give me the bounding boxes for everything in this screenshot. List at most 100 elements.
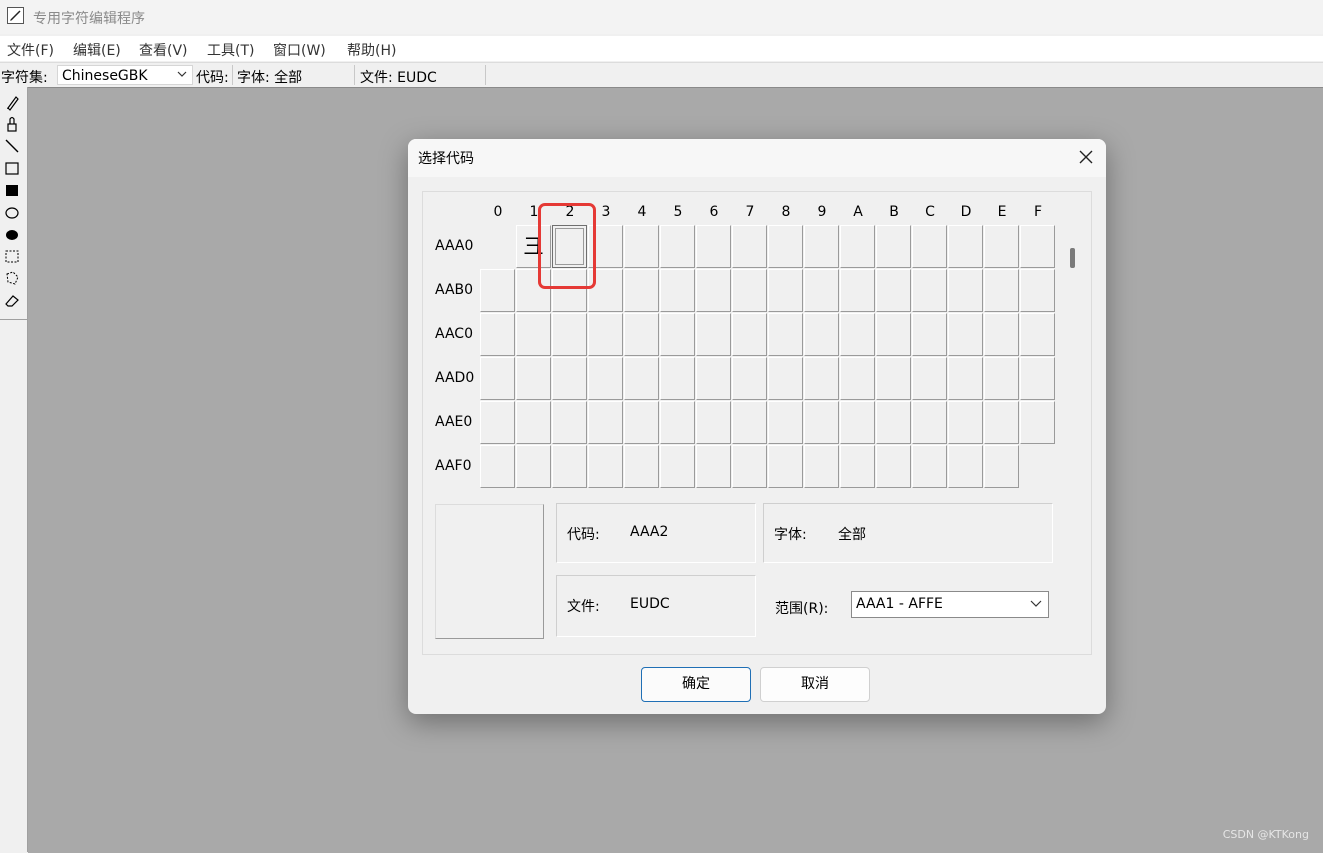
code-cell[interactable] <box>840 445 875 488</box>
code-cell[interactable] <box>912 445 947 488</box>
code-cell[interactable] <box>768 225 803 268</box>
code-cell[interactable] <box>984 445 1019 488</box>
code-cell[interactable] <box>876 401 911 444</box>
code-cell[interactable] <box>984 357 1019 400</box>
code-cell[interactable] <box>804 225 839 268</box>
code-cell[interactable] <box>660 401 695 444</box>
hollow-ellipse-icon[interactable] <box>3 203 21 221</box>
code-cell[interactable] <box>516 313 551 356</box>
code-cell[interactable] <box>948 269 983 312</box>
code-cell[interactable] <box>660 269 695 312</box>
filled-ellipse-icon[interactable] <box>3 225 21 243</box>
menu-help[interactable]: 帮助(H) <box>347 40 396 60</box>
code-cell[interactable] <box>768 313 803 356</box>
freeform-select-icon[interactable] <box>3 269 21 287</box>
code-cell[interactable] <box>732 269 767 312</box>
code-cell[interactable] <box>948 357 983 400</box>
code-cell[interactable] <box>912 313 947 356</box>
code-cell[interactable] <box>480 313 515 356</box>
pencil-icon[interactable] <box>3 93 21 111</box>
code-cell[interactable] <box>840 313 875 356</box>
code-cell[interactable] <box>624 313 659 356</box>
menu-view[interactable]: 查看(V) <box>139 40 188 60</box>
code-cell[interactable] <box>912 269 947 312</box>
code-cell[interactable] <box>768 269 803 312</box>
code-cell[interactable] <box>948 313 983 356</box>
code-cell[interactable] <box>624 401 659 444</box>
code-cell[interactable] <box>840 269 875 312</box>
code-cell[interactable] <box>588 357 623 400</box>
code-cell[interactable] <box>552 445 587 488</box>
code-cell[interactable] <box>732 401 767 444</box>
code-cell[interactable] <box>840 401 875 444</box>
code-cell[interactable] <box>732 357 767 400</box>
code-cell[interactable] <box>840 225 875 268</box>
code-cell[interactable] <box>876 225 911 268</box>
code-cell[interactable] <box>588 401 623 444</box>
code-cell[interactable] <box>804 401 839 444</box>
code-cell[interactable] <box>732 225 767 268</box>
code-cell[interactable] <box>804 357 839 400</box>
code-cell[interactable] <box>1020 269 1055 312</box>
code-cell[interactable] <box>660 445 695 488</box>
code-cell[interactable] <box>984 313 1019 356</box>
code-cell[interactable] <box>804 313 839 356</box>
code-cell[interactable] <box>480 401 515 444</box>
code-cell[interactable] <box>480 445 515 488</box>
code-cell[interactable] <box>552 357 587 400</box>
code-cell[interactable] <box>696 269 731 312</box>
code-cell[interactable] <box>696 445 731 488</box>
code-cell[interactable] <box>1020 401 1055 444</box>
grid-scrollbar[interactable] <box>1061 222 1083 490</box>
code-cell[interactable] <box>588 445 623 488</box>
code-cell[interactable] <box>696 401 731 444</box>
code-cell[interactable] <box>624 445 659 488</box>
range-select[interactable]: AAA1 - AFFE <box>851 591 1049 618</box>
code-cell[interactable] <box>768 357 803 400</box>
code-cell[interactable] <box>840 357 875 400</box>
close-icon[interactable] <box>1076 147 1096 167</box>
code-cell[interactable] <box>624 225 659 268</box>
code-cell[interactable] <box>876 445 911 488</box>
code-cell[interactable] <box>696 225 731 268</box>
code-cell[interactable] <box>1020 313 1055 356</box>
code-cell[interactable] <box>768 401 803 444</box>
code-cell[interactable] <box>660 225 695 268</box>
eraser-icon[interactable] <box>3 291 21 309</box>
code-cell[interactable] <box>876 269 911 312</box>
brush-icon[interactable] <box>3 115 21 133</box>
menu-window[interactable]: 窗口(W) <box>273 40 326 60</box>
menu-edit[interactable]: 编辑(E) <box>73 40 121 60</box>
code-cell[interactable] <box>660 313 695 356</box>
code-cell[interactable] <box>948 225 983 268</box>
code-cell[interactable] <box>984 401 1019 444</box>
code-cell[interactable] <box>732 313 767 356</box>
code-cell[interactable] <box>876 313 911 356</box>
code-cell[interactable] <box>480 357 515 400</box>
menu-file[interactable]: 文件(F) <box>7 40 54 60</box>
code-cell[interactable] <box>804 445 839 488</box>
code-cell[interactable] <box>624 269 659 312</box>
code-cell[interactable] <box>696 357 731 400</box>
code-cell[interactable] <box>696 313 731 356</box>
code-cell[interactable] <box>516 401 551 444</box>
scroll-thumb[interactable] <box>1070 248 1075 268</box>
code-cell[interactable] <box>804 269 839 312</box>
ok-button[interactable]: 确定 <box>641 667 751 702</box>
filled-rect-icon[interactable] <box>3 181 21 199</box>
code-cell[interactable] <box>516 445 551 488</box>
hollow-rect-icon[interactable] <box>3 159 21 177</box>
menu-tools[interactable]: 工具(T) <box>207 40 254 60</box>
code-cell[interactable] <box>768 445 803 488</box>
code-cell[interactable] <box>624 357 659 400</box>
code-cell[interactable] <box>516 357 551 400</box>
code-cell[interactable] <box>912 401 947 444</box>
cancel-button[interactable]: 取消 <box>760 667 870 702</box>
code-cell[interactable] <box>660 357 695 400</box>
code-cell[interactable] <box>948 445 983 488</box>
code-cell[interactable] <box>732 445 767 488</box>
code-cell[interactable] <box>1020 357 1055 400</box>
code-cell[interactable] <box>480 269 515 312</box>
charset-select[interactable]: ChineseGBK <box>57 65 193 85</box>
code-cell[interactable] <box>1020 225 1055 268</box>
